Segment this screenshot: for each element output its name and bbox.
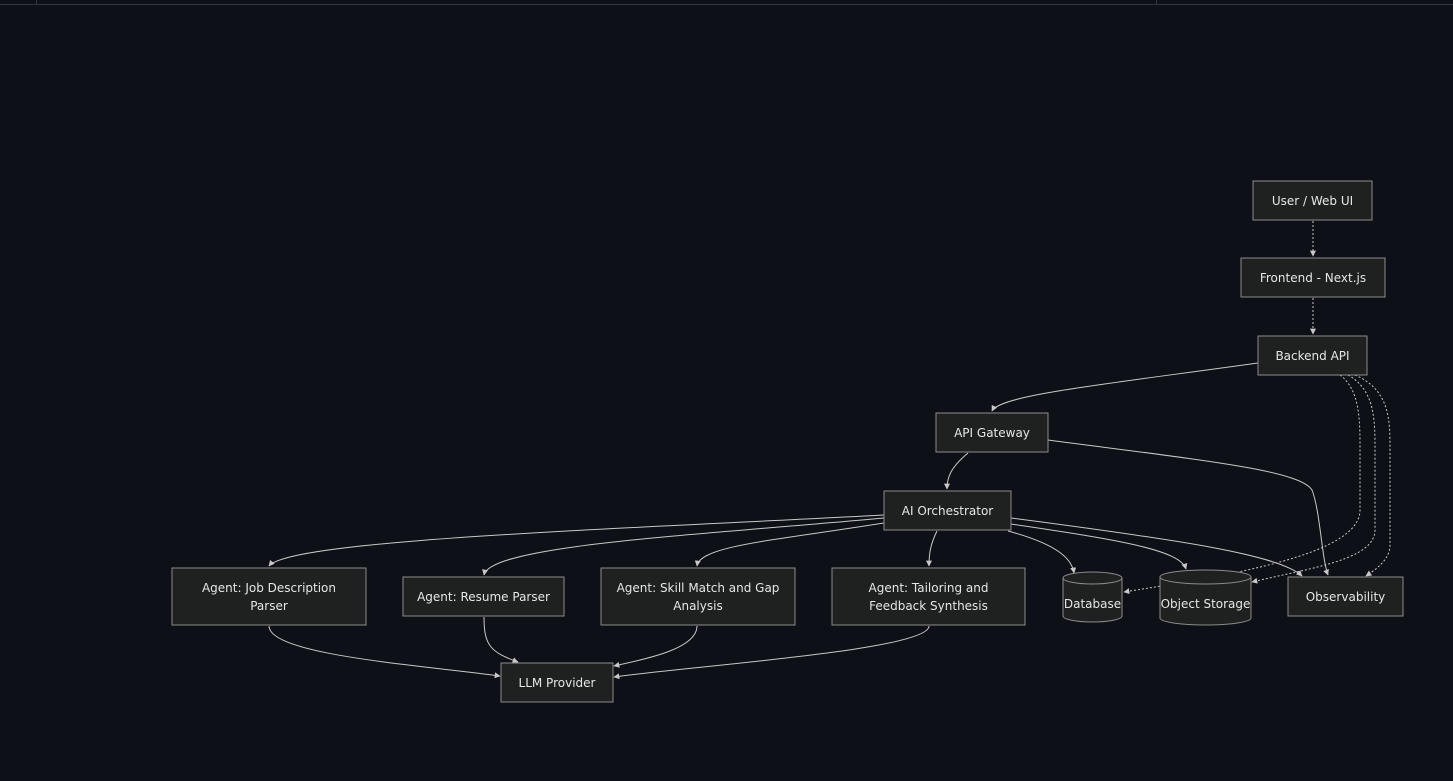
node-orchestrator[interactable]: AI Orchestrator [883, 490, 1012, 531]
node-orchestrator-label: AI Orchestrator [902, 504, 994, 518]
edge-backend-gateway [991, 362, 1259, 412]
edge-orchestrator-agent-jd [268, 514, 885, 567]
node-backend[interactable]: Backend API [1257, 335, 1368, 376]
node-observability-label: Observability [1306, 590, 1386, 604]
node-llm-label: LLM Provider [519, 676, 596, 690]
edge-orchestrator-agent-resume [482, 517, 885, 576]
edge-agent-resume-llm [483, 616, 519, 664]
edge-orchestrator-agent-tailor [926, 530, 938, 567]
node-user-label: User / Web UI [1272, 194, 1353, 208]
edge-agent-skill-llm [613, 625, 698, 668]
node-agent-skill-label-line1: Agent: Skill Match and Gap [617, 581, 780, 595]
node-agent-jd[interactable]: Agent: Job Description Parser [171, 567, 367, 626]
edge-orchestrator-database [1007, 530, 1077, 574]
node-backend-label: Backend API [1275, 349, 1349, 363]
node-agent-skill-label-line2: Analysis [673, 599, 722, 613]
edge-gateway-orchestrator [944, 452, 969, 490]
edge-orchestrator-observability [1010, 517, 1303, 577]
edge-orchestrator-storage [1010, 523, 1188, 570]
edge-agent-tailor-llm [613, 625, 930, 680]
node-observability[interactable]: Observability [1287, 576, 1404, 617]
node-database[interactable]: Database [1062, 571, 1123, 623]
node-agent-tailor-label-line1: Agent: Tailoring and [869, 581, 989, 595]
node-agent-tailor-label-line2: Feedback Synthesis [869, 599, 988, 613]
node-user[interactable]: User / Web UI [1252, 180, 1373, 221]
node-storage[interactable]: Object Storage [1159, 569, 1252, 626]
edge-gateway-observability [1047, 439, 1329, 576]
node-gateway[interactable]: API Gateway [935, 412, 1049, 453]
node-agent-jd-label-line1: Agent: Job Description [202, 581, 336, 595]
node-frontend-label: Frontend - Next.js [1260, 271, 1366, 285]
node-agent-jd-label-line2: Parser [250, 599, 288, 613]
node-llm[interactable]: LLM Provider [500, 662, 614, 703]
node-gateway-label: API Gateway [954, 426, 1030, 440]
node-frontend[interactable]: Frontend - Next.js [1240, 257, 1386, 298]
node-agent-resume-label: Agent: Resume Parser [417, 590, 550, 604]
node-database-label: Database [1064, 597, 1121, 611]
node-storage-label: Object Storage [1161, 597, 1251, 611]
diagram-canvas: User / Web UI Frontend - Next.js Backend… [0, 0, 1453, 781]
node-agent-resume[interactable]: Agent: Resume Parser [402, 576, 565, 617]
edge-orchestrator-agent-skill [694, 521, 891, 567]
edge-agent-jd-llm [268, 625, 501, 679]
node-agent-tailor[interactable]: Agent: Tailoring and Feedback Synthesis [831, 567, 1026, 626]
architecture-diagram: User / Web UI Frontend - Next.js Backend… [171, 180, 1404, 703]
node-agent-skill[interactable]: Agent: Skill Match and Gap Analysis [600, 567, 796, 626]
